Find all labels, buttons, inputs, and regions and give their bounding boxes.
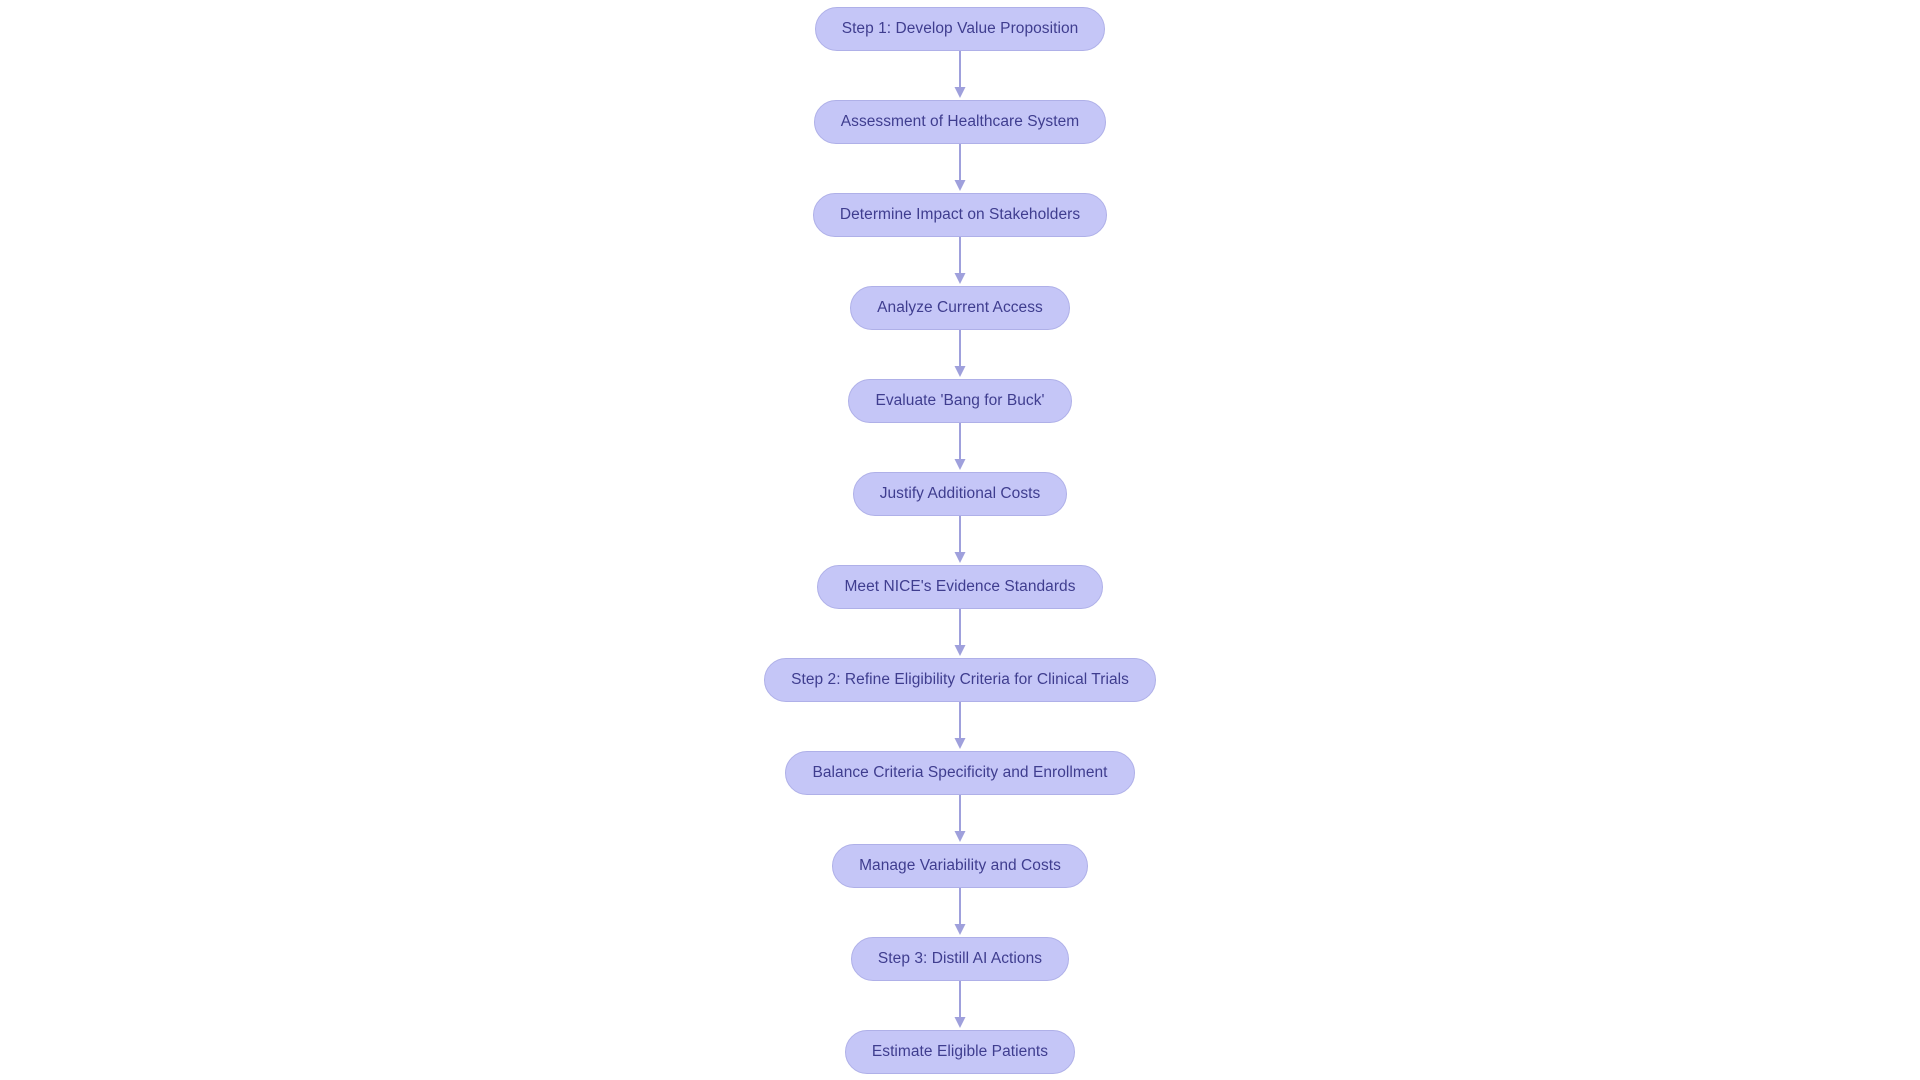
flow-connector-arrow-icon <box>949 516 971 565</box>
flow-node-slot: Analyze Current Access <box>850 286 1070 330</box>
flow-node-n5[interactable]: Evaluate 'Bang for Buck' <box>848 379 1072 423</box>
flow-node-n4[interactable]: Analyze Current Access <box>850 286 1070 330</box>
flowchart-canvas: Step 1: Develop Value Proposition Assessm… <box>0 0 1920 1080</box>
flow-node-slot: Step 1: Develop Value Proposition <box>814 7 1106 51</box>
flow-node-n1[interactable]: Step 1: Develop Value Proposition <box>814 7 1106 51</box>
flow-node-n8[interactable]: Step 2: Refine Eligibility Criteria for … <box>764 658 1156 702</box>
flow-node-n9[interactable]: Balance Criteria Specificity and Enrollm… <box>785 751 1135 795</box>
flow-connector-arrow-icon <box>949 888 971 937</box>
flow-node-slot: Manage Variability and Costs <box>832 844 1088 888</box>
flow-node-n7[interactable]: Meet NICE's Evidence Standards <box>817 565 1103 609</box>
flow-node-slot: Step 2: Refine Eligibility Criteria for … <box>764 658 1156 702</box>
flow-connector-arrow-icon <box>949 795 971 844</box>
flow-node-label: Step 2: Refine Eligibility Criteria for … <box>791 671 1129 689</box>
flow-connector-arrow-icon <box>949 981 971 1030</box>
flow-node-n10[interactable]: Manage Variability and Costs <box>832 844 1088 888</box>
flow-connector-arrow-icon <box>949 330 971 379</box>
flow-connector-arrow-icon <box>949 702 971 751</box>
flow-node-n11[interactable]: Step 3: Distill AI Actions <box>850 937 1070 981</box>
flow-node-slot: Meet NICE's Evidence Standards <box>817 565 1103 609</box>
flow-node-n6[interactable]: Justify Additional Costs <box>852 472 1068 516</box>
flow-node-label: Meet NICE's Evidence Standards <box>844 578 1076 596</box>
flow-node-slot: Justify Additional Costs <box>852 472 1068 516</box>
flow-node-slot: Step 3: Distill AI Actions <box>850 937 1070 981</box>
flow-node-slot: Balance Criteria Specificity and Enrollm… <box>785 751 1135 795</box>
flow-node-label: Analyze Current Access <box>877 299 1043 317</box>
flow-connector-arrow-icon <box>949 609 971 658</box>
flow-node-slot: Evaluate 'Bang for Buck' <box>848 379 1072 423</box>
flow-node-slot: Determine Impact on Stakeholders <box>812 193 1108 237</box>
flow-node-slot: Estimate Eligible Patients <box>844 1030 1076 1074</box>
flow-node-n12[interactable]: Estimate Eligible Patients <box>844 1030 1076 1074</box>
flow-connector-arrow-icon <box>949 237 971 286</box>
flow-node-slot: Assessment of Healthcare System <box>813 100 1107 144</box>
flow-node-n2[interactable]: Assessment of Healthcare System <box>813 100 1107 144</box>
flow-node-label: Manage Variability and Costs <box>859 857 1061 875</box>
flow-node-label: Step 1: Develop Value Proposition <box>841 20 1079 38</box>
flow-node-label: Determine Impact on Stakeholders <box>839 206 1081 224</box>
flow-connector-arrow-icon <box>949 144 971 193</box>
flow-node-label: Assessment of Healthcare System <box>840 113 1080 131</box>
flowchart-node-column: Step 1: Develop Value Proposition Assessm… <box>0 7 1920 1074</box>
flow-connector-arrow-icon <box>949 51 971 100</box>
flow-node-label: Justify Additional Costs <box>879 485 1041 503</box>
flow-node-label: Estimate Eligible Patients <box>871 1043 1049 1061</box>
flow-node-label: Balance Criteria Specificity and Enrollm… <box>812 764 1108 782</box>
flow-node-n3[interactable]: Determine Impact on Stakeholders <box>812 193 1108 237</box>
flow-node-label: Evaluate 'Bang for Buck' <box>875 392 1045 410</box>
flow-connector-arrow-icon <box>949 423 971 472</box>
flow-node-label: Step 3: Distill AI Actions <box>877 950 1043 968</box>
